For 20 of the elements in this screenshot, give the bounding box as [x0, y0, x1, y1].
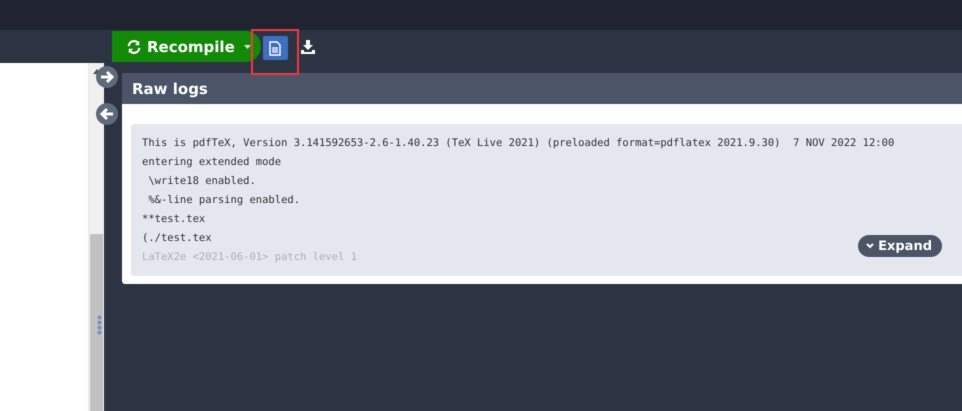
log-line: entering extended mode	[142, 155, 282, 170]
log-line: LaTeX2e <2021-06-01> patch level 1	[142, 250, 357, 265]
document-icon	[269, 40, 281, 56]
drag-handle-icon[interactable]	[97, 315, 102, 335]
logs-button[interactable]	[262, 36, 288, 60]
log-line: **test.tex	[142, 212, 206, 227]
panel-title: Raw logs	[132, 80, 208, 98]
log-line: %&-line parsing enabled.	[147, 193, 300, 208]
scrollbar-thumb[interactable]	[90, 234, 103, 411]
chevron-down-icon	[866, 243, 874, 249]
log-line: This is pdfTeX, Version 3.141592653-2.6-1.40.23 (TeX Live 2021) (preloaded format=pdflatex 2021.9.30) 7 NOV 2022 12:00	[142, 136, 894, 151]
arrow-right-icon[interactable]	[96, 66, 118, 88]
recompile-button[interactable]: Recompile	[112, 31, 244, 62]
log-line: (./test.tex	[142, 231, 212, 246]
arrow-left-icon[interactable]	[96, 103, 118, 125]
expand-button[interactable]: Expand	[858, 235, 942, 257]
refresh-icon	[127, 40, 141, 54]
log-line: \write18 enabled.	[147, 174, 256, 189]
download-icon[interactable]	[301, 40, 315, 54]
caret-icon	[244, 44, 251, 48]
